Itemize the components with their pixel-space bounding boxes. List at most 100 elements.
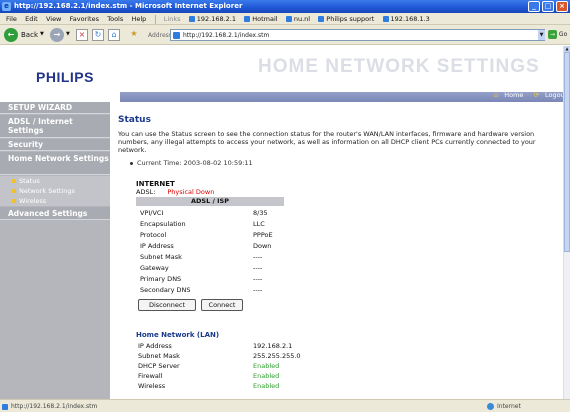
- row-value: 192.168.2.1: [253, 342, 293, 350]
- row-label: Subnet Mask: [138, 352, 180, 360]
- minimize-button[interactable]: _: [528, 1, 540, 12]
- menu-edit[interactable]: Edit: [25, 15, 38, 23]
- row-value: 8/35: [253, 209, 268, 217]
- link-nunl[interactable]: nu.nl: [286, 15, 310, 23]
- page-banner: HOME NETWORK SETTINGS: [258, 56, 540, 77]
- logout-link[interactable]: ⟳ Logout: [530, 91, 564, 99]
- table-row: Encapsulation LLC: [140, 220, 265, 228]
- sidebar-item-security[interactable]: Security: [0, 139, 110, 151]
- disconnect-button[interactable]: Disconnect: [138, 299, 196, 311]
- table-row: Subnet Mask 255.255.255.0: [138, 352, 301, 360]
- sidebar-item-adsl[interactable]: ADSL / Internet Settings: [0, 115, 110, 138]
- sidebar: SETUP WIZARD ADSL / Internet Settings Se…: [0, 102, 110, 399]
- sidebar-sub-status-label: Status: [19, 177, 40, 185]
- adsl-status-line: ADSL: Physical Down: [136, 188, 214, 196]
- address-value: http://192.168.2.1/index.stm: [183, 32, 270, 39]
- address-input[interactable]: http://192.168.2.1/index.stm: [170, 29, 545, 41]
- maximize-button[interactable]: □: [542, 1, 554, 12]
- page-title: Status: [118, 115, 151, 125]
- menu-favorites[interactable]: Favorites: [70, 15, 99, 23]
- sidebar-item-setup-wizard[interactable]: SETUP WIZARD: [0, 102, 110, 114]
- philips-logo: PHILIPS: [36, 69, 94, 85]
- menu-help[interactable]: Help: [131, 15, 146, 23]
- menu-file[interactable]: File: [6, 15, 17, 23]
- row-value: ----: [253, 264, 263, 272]
- close-button[interactable]: ×: [556, 1, 568, 12]
- globe-icon: [487, 403, 494, 410]
- sidebar-sub-wireless[interactable]: Wireless: [0, 196, 110, 206]
- sidebar-item-home-network[interactable]: Home Network Settings: [0, 152, 110, 175]
- table-row: Subnet Mask ----: [140, 253, 262, 261]
- link-philips-support[interactable]: Philips support: [318, 15, 374, 23]
- row-label: Firewall: [138, 372, 163, 380]
- link-router[interactable]: 192.168.2.1: [189, 15, 236, 23]
- forward-dropdown-icon[interactable]: ▼: [66, 31, 70, 37]
- row-value: 255.255.255.0: [253, 352, 301, 360]
- web-page: PHILIPS HOME NETWORK SETTINGS ⌂ Home ⟳ L…: [0, 46, 563, 399]
- row-value: ----: [253, 253, 263, 261]
- home-link[interactable]: ⌂ Home: [490, 91, 523, 99]
- home-link-label: Home: [504, 91, 524, 99]
- go-button[interactable]: → Go: [548, 29, 568, 41]
- bullet-icon: [12, 199, 16, 203]
- menu-separator: [154, 14, 156, 24]
- page-favicon-icon: [173, 32, 180, 39]
- page-icon: [2, 403, 8, 410]
- address-dropdown-icon[interactable]: ▼: [538, 30, 545, 40]
- table-row: IP Address 192.168.2.1: [138, 342, 292, 350]
- stop-icon[interactable]: ×: [76, 29, 88, 41]
- address-label: Address: [148, 32, 172, 39]
- sidebar-sub-network-label: Network Settings: [19, 187, 75, 195]
- title-bar: e http://192.168.2.1/index.stm - Microso…: [0, 0, 570, 13]
- connect-button[interactable]: Connect: [201, 299, 243, 311]
- links-label: Links: [163, 15, 181, 23]
- home-icon[interactable]: ⌂: [108, 29, 120, 41]
- forward-arrow-icon[interactable]: →: [50, 28, 64, 42]
- table-row: IP Address Down: [140, 242, 271, 250]
- sidebar-sub-wireless-label: Wireless: [19, 197, 47, 205]
- intro-text: You can use the Status screen to see the…: [118, 130, 536, 154]
- current-time: Current Time: 2003-08-02 10:59:11: [130, 159, 253, 167]
- favorites-star-icon[interactable]: ★: [128, 29, 140, 41]
- row-label: VPI/VCI: [140, 209, 164, 217]
- menu-tools[interactable]: Tools: [107, 15, 123, 23]
- toolbar: ← Back ▼ → ▼ × ↻ ⌂ ★ Address http://192.…: [0, 25, 570, 45]
- vertical-scrollbar[interactable]: ▲: [563, 46, 570, 399]
- header-links: ⌂ Home ⟳ Logout: [486, 91, 563, 99]
- scroll-thumb[interactable]: [564, 52, 570, 252]
- sidebar-sub-status[interactable]: Status: [0, 176, 110, 186]
- row-label: Subnet Mask: [140, 253, 182, 261]
- link-hotmail[interactable]: Hotmail: [244, 15, 277, 23]
- link-router-alt[interactable]: 192.168.1.3: [383, 15, 430, 23]
- row-label: IP Address: [140, 242, 174, 250]
- row-value: Down: [253, 242, 272, 250]
- table-row: Protocol PPPoE: [140, 231, 273, 239]
- table-row: Firewall Enabled: [138, 372, 279, 380]
- row-label: Protocol: [140, 231, 167, 239]
- table-row: Gateway ----: [140, 264, 262, 272]
- sidebar-item-advanced[interactable]: Advanced Settings: [0, 207, 110, 220]
- go-label: Go: [558, 31, 568, 38]
- row-value: PPPoE: [253, 231, 273, 239]
- sidebar-sub-network[interactable]: Network Settings: [0, 186, 110, 196]
- back-dropdown-icon[interactable]: ▼: [40, 31, 44, 37]
- house-icon: ⌂: [494, 91, 499, 99]
- window-title: http://192.168.2.1/index.stm - Microsoft…: [14, 2, 243, 10]
- status-content: Status You can use the Status screen to …: [110, 102, 563, 399]
- table-row: Primary DNS ----: [140, 275, 262, 283]
- lan-heading: Home Network (LAN): [136, 331, 220, 339]
- table-row: Wireless Enabled: [138, 382, 279, 390]
- isp-table-header: ADSL / ISP: [136, 197, 284, 206]
- refresh-icon[interactable]: ↻: [92, 29, 104, 41]
- menu-view[interactable]: View: [46, 15, 61, 23]
- router-header: PHILIPS HOME NETWORK SETTINGS ⌂ Home ⟳ L…: [0, 46, 563, 102]
- back-arrow-icon[interactable]: ←: [4, 28, 18, 42]
- row-value: LLC: [253, 220, 265, 228]
- row-label: IP Address: [138, 342, 172, 350]
- back-label[interactable]: Back: [21, 31, 38, 39]
- row-value: Enabled: [253, 362, 280, 370]
- adsl-status-value: Physical Down: [167, 188, 215, 196]
- table-row: DHCP Server Enabled: [138, 362, 279, 370]
- row-value: ----: [253, 286, 263, 294]
- table-row: Secondary DNS ----: [140, 286, 262, 294]
